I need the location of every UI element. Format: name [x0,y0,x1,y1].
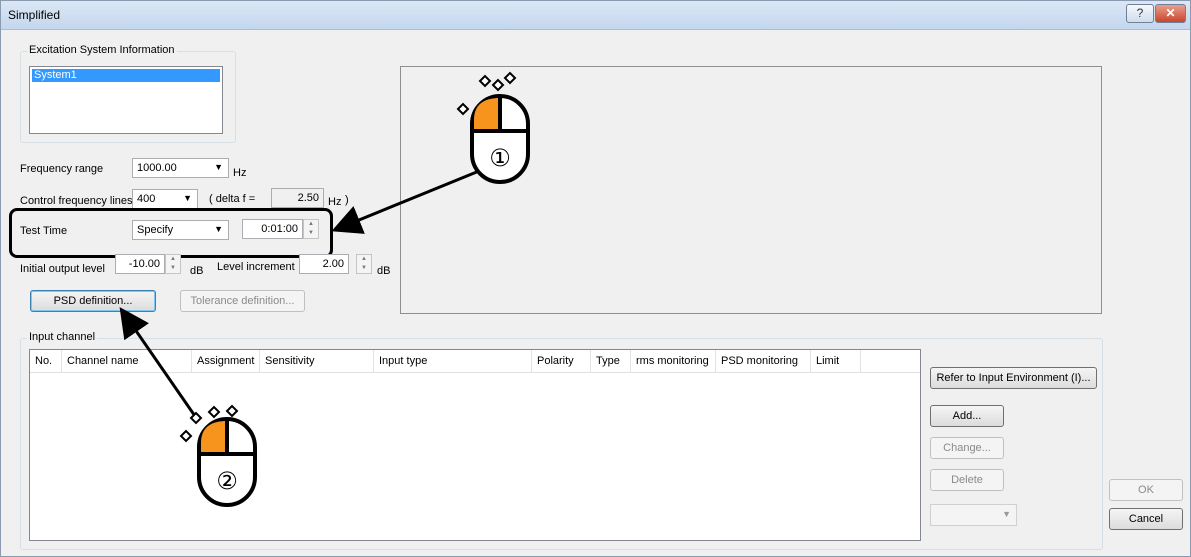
mouse-left-click-icon: ① [456,71,530,184]
dialog-window: Simplified ? ✕ Excitation System Informa… [0,0,1191,557]
annotation-overlay: ① ② [119,71,530,507]
arrow-to-test-time [331,167,485,234]
step-2-label: ② [216,467,238,495]
mouse-left-click-icon: ② [179,404,257,507]
step-1-label: ① [489,144,511,172]
arrow-to-psd-definition [119,307,199,420]
